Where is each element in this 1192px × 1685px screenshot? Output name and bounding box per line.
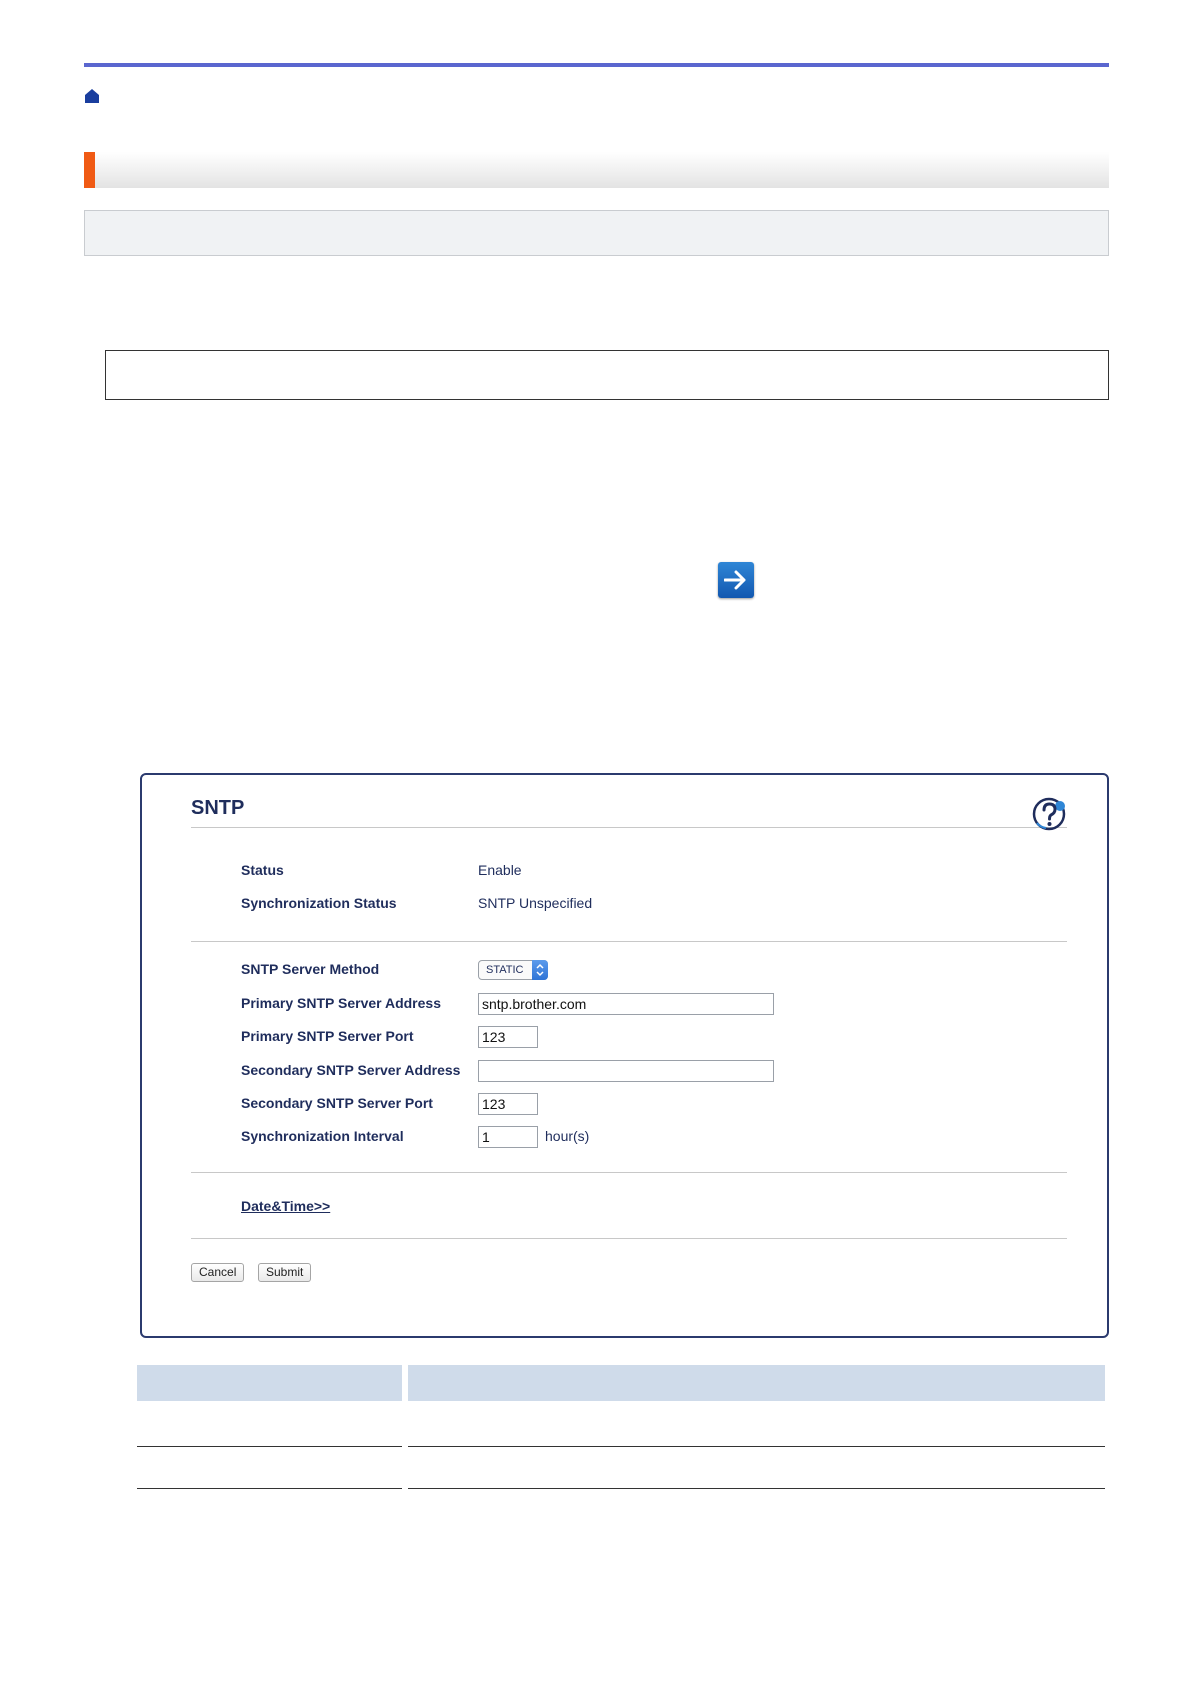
separator: [191, 941, 1067, 942]
sync-status-value: SNTP Unspecified: [478, 895, 593, 911]
table-row-divider: [137, 1488, 402, 1489]
table-row-divider: [408, 1488, 1105, 1489]
cancel-button[interactable]: Cancel: [191, 1263, 245, 1282]
outlined-box: [105, 350, 1109, 400]
arrow-right-button[interactable]: [718, 562, 754, 598]
table-row-divider: [137, 1446, 402, 1447]
heading-accent: [84, 152, 95, 188]
sync-interval-label: Synchronization Interval: [241, 1128, 404, 1144]
top-rule: [84, 63, 1109, 67]
sync-status-label: Synchronization Status: [241, 895, 397, 911]
table-row-divider: [408, 1446, 1105, 1447]
secondary-port-label: Secondary SNTP Server Port: [241, 1095, 433, 1111]
date-time-link[interactable]: Date&Time>>: [241, 1198, 330, 1214]
table-header-cell: [137, 1365, 402, 1401]
server-method-select[interactable]: STATIC: [478, 960, 548, 980]
info-box: [84, 210, 1109, 256]
secondary-address-input[interactable]: [478, 1060, 774, 1082]
submit-button[interactable]: Submit: [258, 1263, 312, 1282]
section-heading-bar: [84, 152, 1109, 188]
status-value: Enable: [478, 862, 522, 878]
server-method-label: SNTP Server Method: [241, 961, 380, 977]
secondary-address-label: Secondary SNTP Server Address: [241, 1062, 461, 1078]
server-method-value: STATIC: [486, 964, 524, 976]
select-chevron-icon: [532, 960, 548, 980]
panel-title: SNTP: [191, 797, 245, 819]
separator: [191, 1172, 1067, 1173]
arrow-right-icon: [724, 570, 746, 590]
status-label: Status: [241, 862, 284, 878]
sntp-panel: SNTP Status Enable Synchronization Statu…: [140, 773, 1109, 1338]
primary-address-input[interactable]: [478, 993, 774, 1015]
secondary-port-input[interactable]: [478, 1093, 538, 1115]
home-icon[interactable]: [84, 88, 100, 104]
table-header-cell: [408, 1365, 1105, 1401]
sync-interval-unit: hour(s): [545, 1128, 590, 1144]
primary-address-label: Primary SNTP Server Address: [241, 995, 441, 1011]
separator: [191, 1238, 1067, 1239]
primary-port-label: Primary SNTP Server Port: [241, 1028, 414, 1044]
title-rule: [191, 827, 1067, 828]
sync-interval-input[interactable]: [478, 1126, 538, 1148]
primary-port-input[interactable]: [478, 1026, 538, 1048]
help-icon[interactable]: [1032, 796, 1068, 832]
